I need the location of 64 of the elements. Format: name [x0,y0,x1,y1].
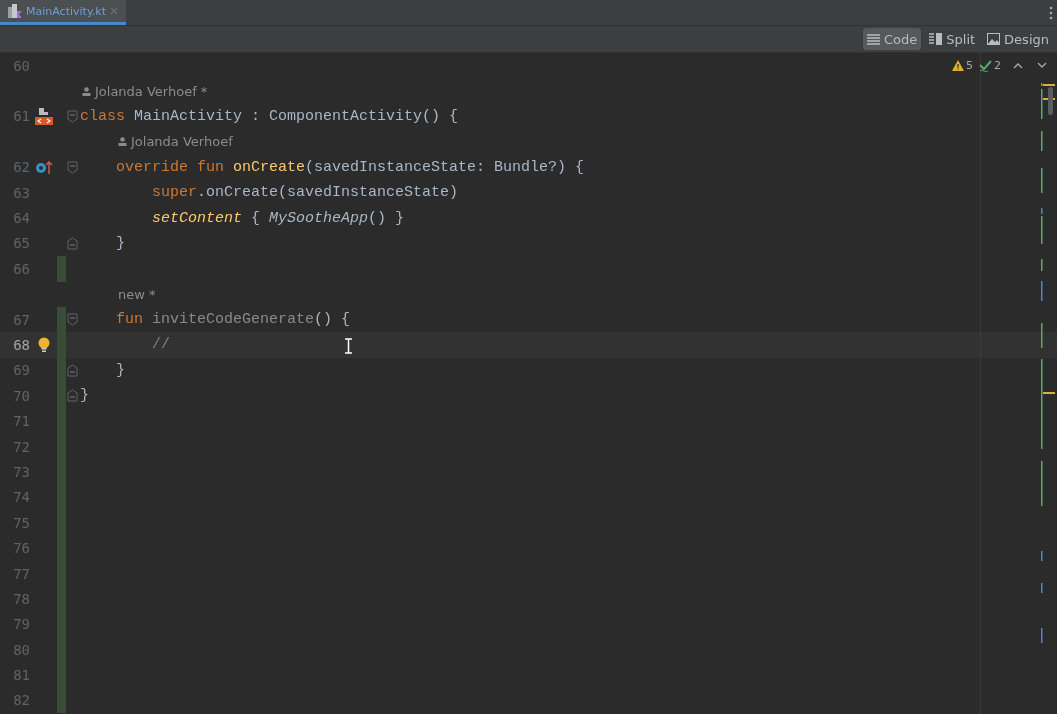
code-line: } [79,387,89,405]
image-icon [987,33,1001,45]
weak-warning-count: 2 [994,59,1001,72]
more-menu-icon[interactable] [1049,5,1053,20]
code-line: class MainActivity : ComponentActivity() { [79,107,459,125]
text-cursor-icon [344,338,353,354]
close-icon[interactable] [110,7,118,15]
line-number: 62 [12,159,30,176]
line-number: 68 [12,337,30,353]
line-number: 78 [12,590,30,607]
fold-icon[interactable] [66,389,78,403]
warning-count: 5 [966,59,973,72]
change-marker[interactable] [57,306,66,333]
overrides-icon[interactable] [34,159,53,176]
line-number: 60 [12,57,30,74]
line-number: 73 [12,463,30,480]
line-number: 64 [12,210,30,227]
code-line: } [115,234,125,252]
next-highlight-icon[interactable] [1037,62,1047,69]
line-number: 76 [12,540,30,557]
split-view-icon [929,33,943,45]
code-author-hint: Jolanda Verhoef [118,134,233,150]
line-number: 80 [12,641,30,658]
view-mode-button[interactable]: Split [925,28,980,50]
line-number: 66 [12,260,30,277]
lines-icon [867,33,880,45]
fold-icon[interactable] [66,160,78,174]
line-number: 71 [12,413,30,430]
line-number: 82 [12,692,30,709]
change-marker[interactable] [57,687,66,714]
code-line: setContent { MySootheApp() } [151,209,405,227]
code-line: fun inviteCodeGenerate() { [115,311,351,329]
file-tab[interactable]: MainActivity.kt [0,0,126,25]
change-marker[interactable] [57,256,66,282]
previous-highlight-icon[interactable] [1013,62,1023,69]
line-number: 74 [12,489,30,506]
line-number: 79 [12,616,30,633]
line-number: 75 [12,514,30,531]
line-number: 63 [12,184,30,201]
line-number: 77 [12,565,30,582]
line-number: 65 [12,235,30,252]
line-number: 67 [12,311,30,328]
fold-icon[interactable] [66,236,78,250]
warning-icon[interactable] [952,60,964,71]
line-number: 81 [12,667,30,684]
line-number: 69 [12,362,30,379]
view-mode-button[interactable]: Design [983,28,1053,50]
code-line: override fun onCreate(savedInstanceState: Bundle?) { [115,158,585,176]
code-line: } [115,361,125,379]
check-icon[interactable] [979,59,992,72]
line-number: 70 [12,387,30,404]
fold-icon[interactable] [66,363,78,377]
line-number: 61 [12,108,30,125]
fold-icon[interactable] [66,109,78,123]
code-author-hint: new * [118,286,156,302]
fold-icon[interactable] [66,313,78,327]
code-author-hint: Jolanda Verhoef * [82,83,208,99]
code-line: // [151,336,170,354]
kotlin-file-icon [8,4,22,18]
lightbulb-icon[interactable] [37,337,50,353]
code-line: super.onCreate(savedInstanceState) [151,184,459,202]
view-mode-button[interactable]: Code [863,28,922,50]
line-number: 72 [12,438,30,455]
implemented-icon[interactable] [33,106,54,127]
